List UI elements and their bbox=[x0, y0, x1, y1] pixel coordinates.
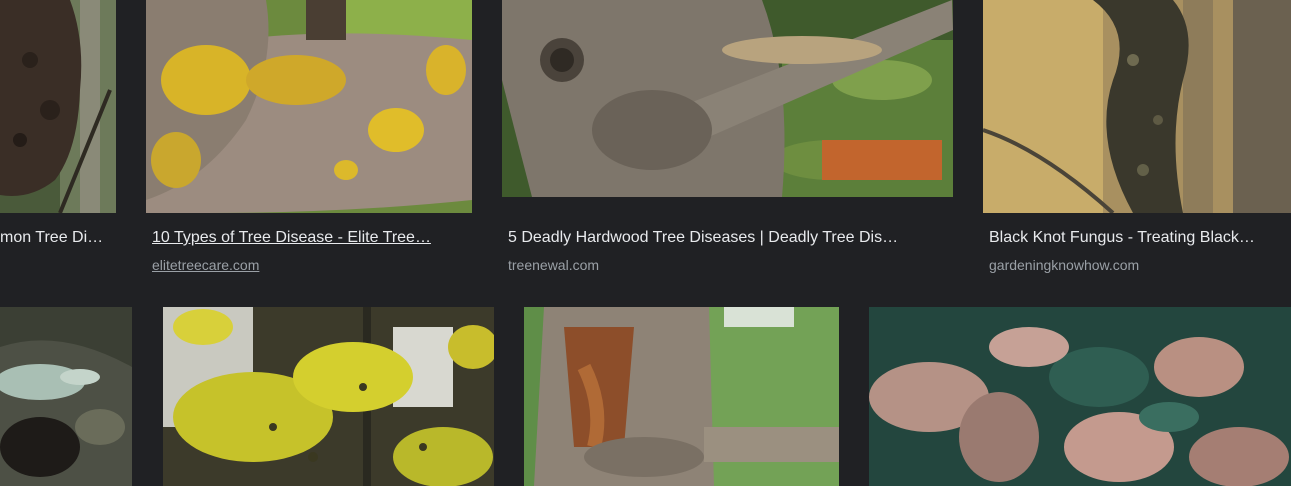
result-image-decayed-trunk[interactable] bbox=[524, 307, 839, 486]
result-image-yellow-maple[interactable] bbox=[163, 307, 494, 486]
result-image-bark-canker[interactable] bbox=[502, 0, 953, 197]
result-image-black-knot[interactable] bbox=[983, 0, 1291, 213]
result-title[interactable]: 10 Types of Tree Disease - Elite Tree… bbox=[152, 228, 468, 248]
result-title[interactable]: 5 Deadly Hardwood Tree Diseases | Deadly… bbox=[508, 228, 948, 248]
image-results-page: mon Tree Di… 10 Types of Tree Disease - … bbox=[0, 0, 1291, 486]
result-image-lichen-branch[interactable] bbox=[146, 0, 472, 213]
result-title[interactable]: Black Knot Fungus - Treating Black… bbox=[989, 228, 1285, 248]
result-source[interactable]: gardeningknowhow.com bbox=[989, 256, 1139, 274]
result-source[interactable]: elitetreecare.com bbox=[152, 256, 259, 274]
result-image-spotted-leaves[interactable] bbox=[869, 307, 1291, 486]
result-source[interactable]: treenewal.com bbox=[508, 256, 599, 274]
result-image-lichen-log[interactable] bbox=[0, 307, 132, 486]
result-image-burl-trunk[interactable] bbox=[0, 0, 116, 213]
result-title[interactable]: mon Tree Di… bbox=[0, 228, 110, 248]
